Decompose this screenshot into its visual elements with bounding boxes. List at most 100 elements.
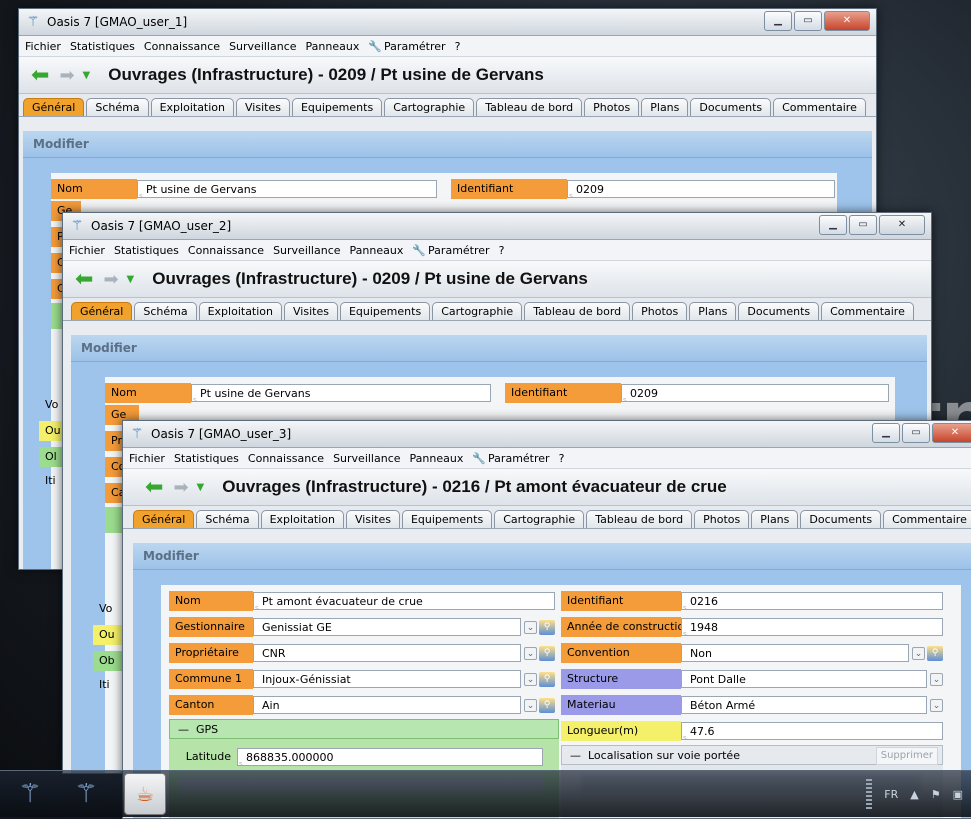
tab-schema[interactable]: Schéma <box>86 98 149 116</box>
maximize-button[interactable]: ▭ <box>849 215 877 235</box>
tab-plans[interactable]: Plans <box>689 302 737 320</box>
convention-field[interactable]: Non <box>681 644 909 662</box>
menu-help[interactable]: ? <box>559 452 565 465</box>
flag-icon[interactable]: ⚑ <box>931 788 941 801</box>
chevron-down-icon[interactable]: ⌄ <box>912 646 925 660</box>
back-arrow-icon[interactable]: ⬅ <box>31 63 49 88</box>
lookup-icon[interactable]: ⚲ <box>539 671 555 687</box>
nom-field[interactable]: Pt usine de Gervans <box>137 180 437 198</box>
tab-cartographie[interactable]: Cartographie <box>494 510 585 528</box>
nom-field[interactable]: Pt usine de Gervans <box>191 384 491 402</box>
menu-panneaux[interactable]: Panneaux <box>410 452 464 465</box>
lookup-icon[interactable]: ⚲ <box>539 697 555 713</box>
menu-help[interactable]: ? <box>499 244 505 257</box>
tab-tableau-de-bord[interactable]: Tableau de bord <box>476 98 583 116</box>
tab-equipements[interactable]: Equipements <box>339 302 431 320</box>
forward-arrow-icon[interactable]: ➡ <box>103 269 118 290</box>
tab-photos[interactable]: Photos <box>584 98 640 116</box>
forward-arrow-icon[interactable]: ➡ <box>173 477 188 498</box>
tab-exploitation[interactable]: Exploitation <box>198 302 283 320</box>
menu-fichier[interactable]: Fichier <box>69 244 105 257</box>
tray-grip[interactable] <box>866 779 873 809</box>
tab-commentaire[interactable]: Commentaire <box>821 302 914 320</box>
materiau-field[interactable]: Béton Armé <box>681 696 927 714</box>
clipboard-icon[interactable]: ▣ <box>953 788 963 801</box>
oasis-taskbar-icon[interactable]: ⚚ <box>4 774 56 814</box>
minimize-button[interactable]: ▁ <box>819 215 847 235</box>
tab-general[interactable]: Général <box>133 510 195 528</box>
history-dropdown-icon[interactable]: ▼ <box>127 274 135 285</box>
tab-plans[interactable]: Plans <box>751 510 799 528</box>
tray-expand-icon[interactable]: ▲ <box>910 788 918 801</box>
tab-visites[interactable]: Visites <box>236 98 290 116</box>
menu-connaissance[interactable]: Connaissance <box>188 244 264 257</box>
forward-arrow-icon[interactable]: ➡ <box>59 65 74 86</box>
tab-plans[interactable]: Plans <box>641 98 689 116</box>
menu-panneaux[interactable]: Panneaux <box>306 40 360 53</box>
tab-schema[interactable]: Schéma <box>196 510 259 528</box>
latitude-field[interactable]: 868835.000000 <box>237 748 543 766</box>
chevron-down-icon[interactable]: ⌄ <box>930 698 943 712</box>
structure-field[interactable]: Pont Dalle <box>681 670 927 688</box>
tab-visites[interactable]: Visites <box>346 510 400 528</box>
menu-connaissance[interactable]: Connaissance <box>248 452 324 465</box>
chevron-down-icon[interactable]: ⌄ <box>524 672 537 686</box>
tab-documents[interactable]: Documents <box>690 98 772 116</box>
menu-statistiques[interactable]: Statistiques <box>114 244 179 257</box>
titlebar[interactable]: ⚚ Oasis 7 [GMAO_user_1] ▁ ▭ ✕ <box>19 9 876 36</box>
tab-cartographie[interactable]: Cartographie <box>432 302 523 320</box>
canton-field[interactable]: Ain <box>253 696 521 714</box>
oasis-taskbar-icon-2[interactable]: ⚚ <box>60 774 112 814</box>
close-button[interactable]: ✕ <box>932 423 971 443</box>
menu-parametrer[interactable]: 🔧 Paramétrer <box>412 244 489 257</box>
tab-commentaire[interactable]: Commentaire <box>773 98 866 116</box>
tab-commentaire[interactable]: Commentaire <box>883 510 971 528</box>
chevron-down-icon[interactable]: ⌄ <box>524 646 537 660</box>
menu-panneaux[interactable]: Panneaux <box>350 244 404 257</box>
minimize-button[interactable]: ▁ <box>764 11 792 31</box>
tab-tableau-de-bord[interactable]: Tableau de bord <box>524 302 631 320</box>
menu-statistiques[interactable]: Statistiques <box>70 40 135 53</box>
lookup-icon[interactable]: ⚲ <box>539 645 555 661</box>
annee-construction-field[interactable]: 1948 <box>681 618 943 636</box>
back-arrow-icon[interactable]: ⬅ <box>75 267 93 292</box>
minimize-button[interactable]: ▁ <box>872 423 900 443</box>
close-button[interactable]: ✕ <box>824 11 870 31</box>
chevron-down-icon[interactable]: ⌄ <box>524 620 537 634</box>
tab-tableau-de-bord[interactable]: Tableau de bord <box>586 510 693 528</box>
history-dropdown-icon[interactable]: ▼ <box>83 70 91 81</box>
chevron-down-icon[interactable]: ⌄ <box>930 672 943 686</box>
identifiant-field[interactable]: 0216 <box>681 592 943 610</box>
tab-cartographie[interactable]: Cartographie <box>384 98 475 116</box>
tab-photos[interactable]: Photos <box>694 510 750 528</box>
tab-equipements[interactable]: Equipements <box>401 510 493 528</box>
gps-header[interactable]: — GPS <box>169 719 559 739</box>
close-button[interactable]: ✕ <box>879 215 925 235</box>
identifiant-field[interactable]: 0209 <box>621 384 889 402</box>
gestionnaire-field[interactable]: Genissiat GE <box>253 618 521 636</box>
tab-general[interactable]: Général <box>23 98 85 116</box>
nom-field[interactable]: Pt amont évacuateur de crue <box>253 592 555 610</box>
longueur-field[interactable]: 47.6 <box>681 722 943 740</box>
commune-field[interactable]: Injoux-Génissiat <box>253 670 521 688</box>
menu-statistiques[interactable]: Statistiques <box>174 452 239 465</box>
back-arrow-icon[interactable]: ⬅ <box>145 475 163 500</box>
menu-surveillance[interactable]: Surveillance <box>273 244 340 257</box>
maximize-button[interactable]: ▭ <box>902 423 930 443</box>
chevron-down-icon[interactable]: ⌄ <box>524 698 537 712</box>
java-taskbar-icon[interactable]: ☕ <box>124 773 166 815</box>
titlebar[interactable]: ⚚ Oasis 7 [GMAO_user_2] ▁ ▭ ✕ <box>63 213 931 240</box>
lookup-icon[interactable]: ⚲ <box>927 645 943 661</box>
language-indicator[interactable]: FR <box>884 788 898 801</box>
localisation-header[interactable]: — Localisation sur voie portée Supprimer <box>561 745 943 765</box>
menu-fichier[interactable]: Fichier <box>129 452 165 465</box>
menu-help[interactable]: ? <box>455 40 461 53</box>
tab-visites[interactable]: Visites <box>284 302 338 320</box>
menu-fichier[interactable]: Fichier <box>25 40 61 53</box>
tab-equipements[interactable]: Equipements <box>291 98 383 116</box>
titlebar[interactable]: ⚚ Oasis 7 [GMAO_user_3] ▁ ▭ ✕ <box>123 421 971 448</box>
tab-documents[interactable]: Documents <box>738 302 820 320</box>
history-dropdown-icon[interactable]: ▼ <box>197 482 205 493</box>
proprietaire-field[interactable]: CNR <box>253 644 521 662</box>
tab-photos[interactable]: Photos <box>632 302 688 320</box>
